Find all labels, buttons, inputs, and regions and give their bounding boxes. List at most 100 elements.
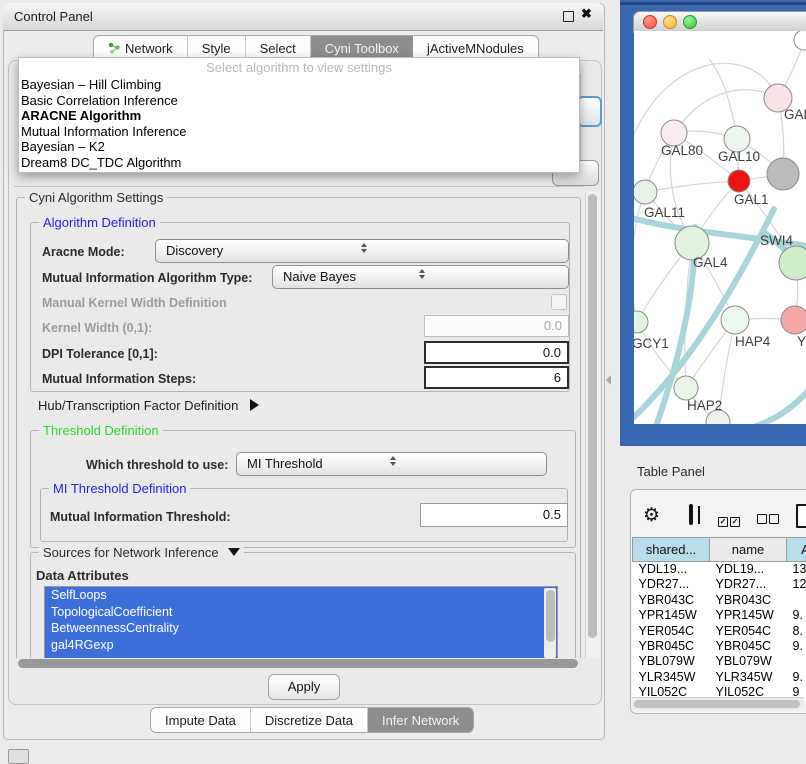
mi-threshold-field[interactable]: 0.5 [420,503,568,527]
attribute-list-item[interactable]: TopologicalCoefficient [45,604,557,621]
settings-horizontal-scrollbar[interactable] [18,659,578,668]
split-panel-icon[interactable] [689,504,693,525]
network-edge [634,63,778,149]
network-window-titlebar[interactable] [633,11,806,33]
tab-discretize-data[interactable]: Discretize Data [251,708,368,732]
column-header[interactable]: name [710,538,787,562]
which-threshold-combobox[interactable]: MI Threshold [236,452,547,476]
table-row[interactable]: YBR043CYBR043C [633,593,806,608]
tab-label: Discretize Data [265,713,353,728]
table-cell: 13 [787,562,806,578]
table-row[interactable]: YPR145WYPR145W9. [633,608,806,623]
algorithm-menu-item[interactable]: Basic Correlation Inference [19,93,579,109]
table-cell: YER054C [633,624,710,639]
network-node [767,158,799,190]
float-window-icon[interactable] [563,11,574,22]
network-edge [645,181,739,192]
network-node-label: GAL80 [661,143,703,158]
algorithm-dropdown-placeholder: Select algorithm to view settings [19,58,579,77]
tab-infer-network[interactable]: Infer Network [368,708,473,732]
mi-threshold-label: Mutual Information Threshold: [50,510,231,524]
mi-steps-field[interactable]: 6 [424,366,569,389]
network-graph: GALGAL80GAL10GAL1GAL11SWI4GAL4GCY1HAP4YH… [634,31,806,424]
dpi-tolerance-label: DPI Tolerance [0,1]: [42,347,158,361]
algorithm-menu-item[interactable]: Dream8 DC_TDC Algorithm [19,155,579,171]
focused-combobox-fragment[interactable] [577,96,602,127]
table-cell: YDL19... [633,562,710,578]
algorithm-menu-item[interactable]: Bayesian – Hill Climbing [19,77,579,93]
tab-impute-data[interactable]: Impute Data [151,708,251,732]
network-node-label: GAL1 [734,192,769,207]
hub-definition-label: Hub/Transcription Factor Definition [38,398,238,413]
mi-type-label: Mutual Information Algorithm Type: [42,271,252,285]
table-cell [787,593,806,608]
column-header[interactable]: A [787,538,806,562]
tab-label: Select [260,41,296,56]
algorithm-menu-item[interactable]: ARACNE Algorithm [19,108,579,124]
table-row[interactable]: YBR045CYBR045C9. [633,639,806,654]
tab-label: Infer Network [382,713,459,728]
select-all-icon[interactable]: ✓✓ [718,511,742,529]
network-node [728,170,750,192]
table-row[interactable]: YBL079WYBL079W [633,654,806,669]
aracne-mode-combobox[interactable]: Discovery [155,239,569,263]
node-attribute-table[interactable]: shared...nameA YDL19...YDL19...13YDR27..… [632,537,806,701]
workspace-top-edge [620,2,806,5]
table-panel-toolbar: ⚙ ✓✓ [638,503,806,533]
dpi-tolerance-field[interactable]: 0.0 [424,341,569,364]
network-node-label: GAL4 [693,255,728,270]
gear-icon[interactable]: ⚙ [643,504,660,527]
kernel-width-field[interactable]: 0.0 [424,315,569,337]
manual-kernel-checkbox[interactable] [551,294,567,310]
attribute-list-item[interactable]: gal4RGexp [45,637,557,654]
sources-title[interactable]: Sources for Network Inference [39,545,244,560]
expand-arrow-icon [250,399,259,411]
table-cell: YBL079W [633,654,710,669]
column-header[interactable]: shared... [633,538,710,562]
table-cell: 9. [787,639,806,654]
threshold-definition-title: Threshold Definition [39,423,163,438]
algorithm-menu-item[interactable]: Mutual Information Inference [19,124,579,140]
table-cell: YDR27... [633,577,710,592]
network-icon [108,42,120,54]
network-node-label: HAP2 [687,398,722,413]
network-node-label: GCY1 [634,336,669,351]
table-cell: YDL19... [710,562,787,578]
attribute-list-item[interactable]: SelfLoops [45,587,557,604]
table-cell: 9. [787,608,806,623]
table-cell: YLR345W [710,670,787,685]
hub-definition-toggle[interactable]: Hub/Transcription Factor Definition [38,398,259,413]
data-attributes-list: SelfLoopsTopologicalCoefficientBetweenne… [44,586,558,658]
control-panel-titlebar [3,3,603,31]
network-node-label: GAL11 [644,205,685,220]
attribute-list-item[interactable]: BetweennessCentrality [45,620,557,637]
mi-type-combobox[interactable]: Naive Bayes [272,265,569,289]
table-row[interactable]: YLR345WYLR345W9. [633,670,806,685]
table-row[interactable]: YDR27...YDR27...12 [633,577,806,592]
kernel-width-label: Kernel Width (0,1): [42,321,152,335]
deselect-all-icon[interactable] [757,511,781,529]
zoom-traffic-light-icon[interactable] [683,15,697,29]
algorithm-definition-title: Algorithm Definition [39,215,160,230]
table-row[interactable]: YDL19...YDL19...13 [633,562,806,578]
document-icon[interactable] [796,504,806,528]
table-row[interactable]: YER054CYER054C8. [633,624,806,639]
table-cell [787,654,806,669]
settings-vertical-scrollbar[interactable] [585,192,600,658]
collapse-arrow-icon [228,548,240,556]
table-horizontal-scrollbar[interactable] [632,697,804,710]
list-scrollbar[interactable] [544,588,556,658]
close-traffic-light-icon[interactable] [643,15,657,29]
table-cell: 9. [787,670,806,685]
tab-label: Style [202,41,231,56]
split-pane-handle-icon[interactable] [606,375,611,385]
apply-button[interactable]: Apply [268,674,340,700]
spinner-arrows-icon [166,243,561,253]
mi-threshold-definition-title: MI Threshold Definition [49,481,190,496]
network-canvas[interactable]: GALGAL80GAL10GAL1GAL11SWI4GAL4GCY1HAP4YH… [634,31,806,424]
close-icon[interactable]: ✖ [581,6,592,22]
network-node [721,306,749,334]
algorithm-menu-item[interactable]: Bayesian – K2 [19,139,579,155]
minimize-traffic-light-icon[interactable] [663,15,677,29]
spinner-arrows-icon [283,269,561,279]
